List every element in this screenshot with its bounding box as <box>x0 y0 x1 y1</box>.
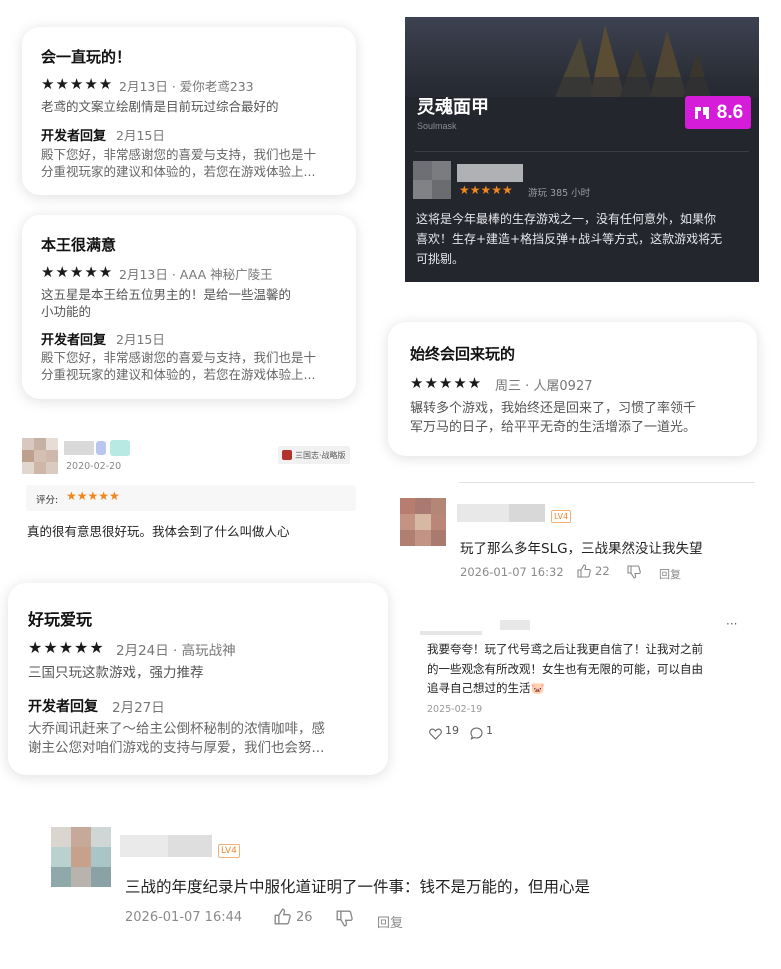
developer-reply-line: 分重视玩家的建议和体验的，若您在游戏体验上... <box>41 164 316 179</box>
review-body: 这五星是本王给五位男主的！是给一些温馨的 <box>41 287 292 302</box>
review-body: 军万马的日子，给平平无奇的生活增添了一道光。 <box>410 420 697 435</box>
star-rating: ★★★★★ <box>41 263 114 281</box>
review-body: 真的很有意思很好玩。我体会到了什么叫做人心 <box>27 524 290 539</box>
reply-link[interactable]: 回复 <box>659 566 681 582</box>
review-body-line: 喜欢！生存+建造+格挡反弹+战斗等方式，这款游戏将无 <box>416 232 723 246</box>
game-review-card: 灵魂面甲 Soulmask 8.6 ★★★★★ 游玩 385 小时 这将是今年最… <box>405 17 759 282</box>
review-body: 三国只玩这款游戏，强力推荐 <box>28 665 204 681</box>
review-title: 始终会回来玩的 <box>410 345 516 363</box>
reply-link[interactable]: 回复 <box>377 912 403 931</box>
review-body-line: 这将是今年最棒的生存游戏之一，没有任何意外，如果你 <box>416 212 717 226</box>
developer-reply-date: 2月15日 <box>116 332 165 347</box>
rating-row: 评分: ★★★★★ <box>26 485 356 511</box>
score-logo-icon <box>694 106 709 119</box>
game-title: 灵魂面甲 <box>417 97 489 118</box>
review-body: 辗转多个游戏，我始终还是回来了，习惯了率领千 <box>410 401 697 416</box>
review-card-2: 本王很满意 ★★★★★ 2月13日 · AAA 神秘广陵王 这五星是本王给五位男… <box>22 215 356 399</box>
username-redacted <box>500 620 530 630</box>
level-badge: LV4 <box>218 844 240 858</box>
developer-reply-date: 2月15日 <box>116 128 165 143</box>
review-meta: 2月13日 · AAA 神秘广陵王 <box>119 267 273 282</box>
user-avatar <box>51 827 111 887</box>
review-meta: 周三 · 人屠0927 <box>495 379 593 394</box>
like-count: 22 <box>595 564 610 578</box>
top-divider <box>459 482 755 483</box>
comment-date: 2025-02-19 <box>427 704 483 715</box>
user-avatar <box>413 161 451 199</box>
review-meta: 2月13日 · 爱你老鸢233 <box>119 79 254 94</box>
review-meta: 2月24日 · 高玩战神 <box>116 643 236 659</box>
comment-text: 三战的年度纪录片中服化道证明了一件事：钱不是万能的，但用心是 <box>125 878 591 896</box>
developer-reply-label: 开发者回复 <box>41 129 107 144</box>
developer-reply-line: 殿下您好，非常感谢您的喜爱与支持，我们也是十 <box>41 350 317 365</box>
developer-reply-label: 开发者回复 <box>41 333 107 348</box>
user-star-rating: ★★★★★ <box>459 183 513 197</box>
rating-label: 评分: <box>36 495 59 506</box>
score-value: 8.6 <box>716 101 744 123</box>
username-redacted <box>457 164 523 182</box>
review-title: 本王很满意 <box>41 236 117 254</box>
developer-reply-line: 分重视玩家的建议和体验的，若您在游戏体验上... <box>41 367 316 382</box>
dislike-icon[interactable] <box>627 564 641 583</box>
developer-reply-line: 大乔闻讯赶来了～给主公倒杯秘制的浓情咖啡，感 <box>28 721 325 737</box>
user-avatar <box>22 438 58 474</box>
comment-text-line: 我要夸夸！玩了代号鸢之后让我更自信了！让我对之前 <box>427 642 703 656</box>
comment-date: 2026-01-07 16:32 <box>460 565 564 579</box>
like-count: 19 <box>445 724 459 737</box>
comment-3: LV4 三战的年度纪录片中服化道证明了一件事：钱不是万能的，但用心是 2026-… <box>40 815 740 935</box>
user-badge-icon <box>110 440 130 456</box>
user-avatar <box>400 498 446 546</box>
comment-2: ··· 我要夸夸！玩了代号鸢之后让我更自信了！让我对之前 的一些观念有所改观！女… <box>416 614 756 744</box>
review-body: 小功能的 <box>41 304 92 319</box>
heart-icon[interactable] <box>429 725 442 744</box>
like-count: 26 <box>296 910 313 925</box>
username-redacted <box>64 441 94 455</box>
comment-text-line: 追寻自己想过的生活🐷 <box>427 681 545 695</box>
game-tag-icon <box>282 450 292 460</box>
review-card-4: 好玩爱玩 ★★★★★ 2月24日 · 高玩战神 三国只玩这款游戏，强力推荐 开发… <box>8 583 388 775</box>
username-redacted <box>168 835 212 857</box>
level-badge: LV4 <box>551 510 572 523</box>
comment-1: LV4 玩了那么多年SLG，三战果然没让我失望 2026-01-07 16:32… <box>395 482 755 582</box>
comment-text-line: 的一些观念有所改观！女生也有无限的可能，可以自由 <box>427 662 703 676</box>
like-icon[interactable] <box>577 563 591 582</box>
username-redacted <box>509 504 545 522</box>
user-badge-icon <box>96 441 106 455</box>
review-date: 2020-02-20 <box>66 461 122 472</box>
review-body-line: 可挑剔。 <box>416 252 465 266</box>
review-body: 老鸢的文案立绘剧情是目前玩过综合最好的 <box>41 99 279 114</box>
username-redacted <box>420 631 482 635</box>
review-title: 好玩爱玩 <box>28 610 93 629</box>
star-rating: ★★★★★ <box>41 75 114 93</box>
review-card-3: 始终会回来玩的 ★★★★★ 周三 · 人屠0927 辗转多个游戏，我始终还是回来… <box>388 322 757 456</box>
developer-reply-label: 开发者回复 <box>28 699 98 715</box>
developer-reply-line: 殿下您好，非常感谢您的喜爱与支持，我们也是十 <box>41 147 317 162</box>
developer-reply-date: 2月27日 <box>112 700 165 716</box>
rating-stars: ★★★★★ <box>66 489 120 503</box>
comment-count: 1 <box>486 724 493 737</box>
dislike-icon[interactable] <box>336 910 353 931</box>
more-options-icon[interactable]: ··· <box>726 617 737 631</box>
game-banner-image <box>405 17 759 97</box>
like-icon[interactable] <box>274 908 291 929</box>
game-banner-art <box>405 25 759 97</box>
game-subtitle: Soulmask <box>417 121 457 131</box>
game-tag: 三国志·战略版 <box>278 446 350 464</box>
review-card-1: 会一直玩的！ ★★★★★ 2月13日 · 爱你老鸢233 老鸢的文案立绘剧情是目… <box>22 27 356 195</box>
review-title: 会一直玩的！ <box>41 48 132 66</box>
score-badge: 8.6 <box>685 96 751 129</box>
star-rating: ★★★★★ <box>28 638 105 657</box>
comment-text: 玩了那么多年SLG，三战果然没让我失望 <box>460 541 703 557</box>
star-rating: ★★★★★ <box>410 374 483 392</box>
divider <box>415 151 749 152</box>
comment-date: 2026-01-07 16:44 <box>125 910 243 925</box>
developer-reply-line: 谢主公您对咱们游戏的支持与厚爱，我们也会努... <box>28 740 325 756</box>
comment-bubble-icon[interactable] <box>470 725 483 744</box>
playtime: 游玩 385 小时 <box>528 188 591 199</box>
game-tag-label: 三国志·战略版 <box>295 450 346 460</box>
forum-review: 2020-02-20 三国志·战略版 评分: ★★★★★ 真的很有意思很好玩。我… <box>18 432 360 552</box>
